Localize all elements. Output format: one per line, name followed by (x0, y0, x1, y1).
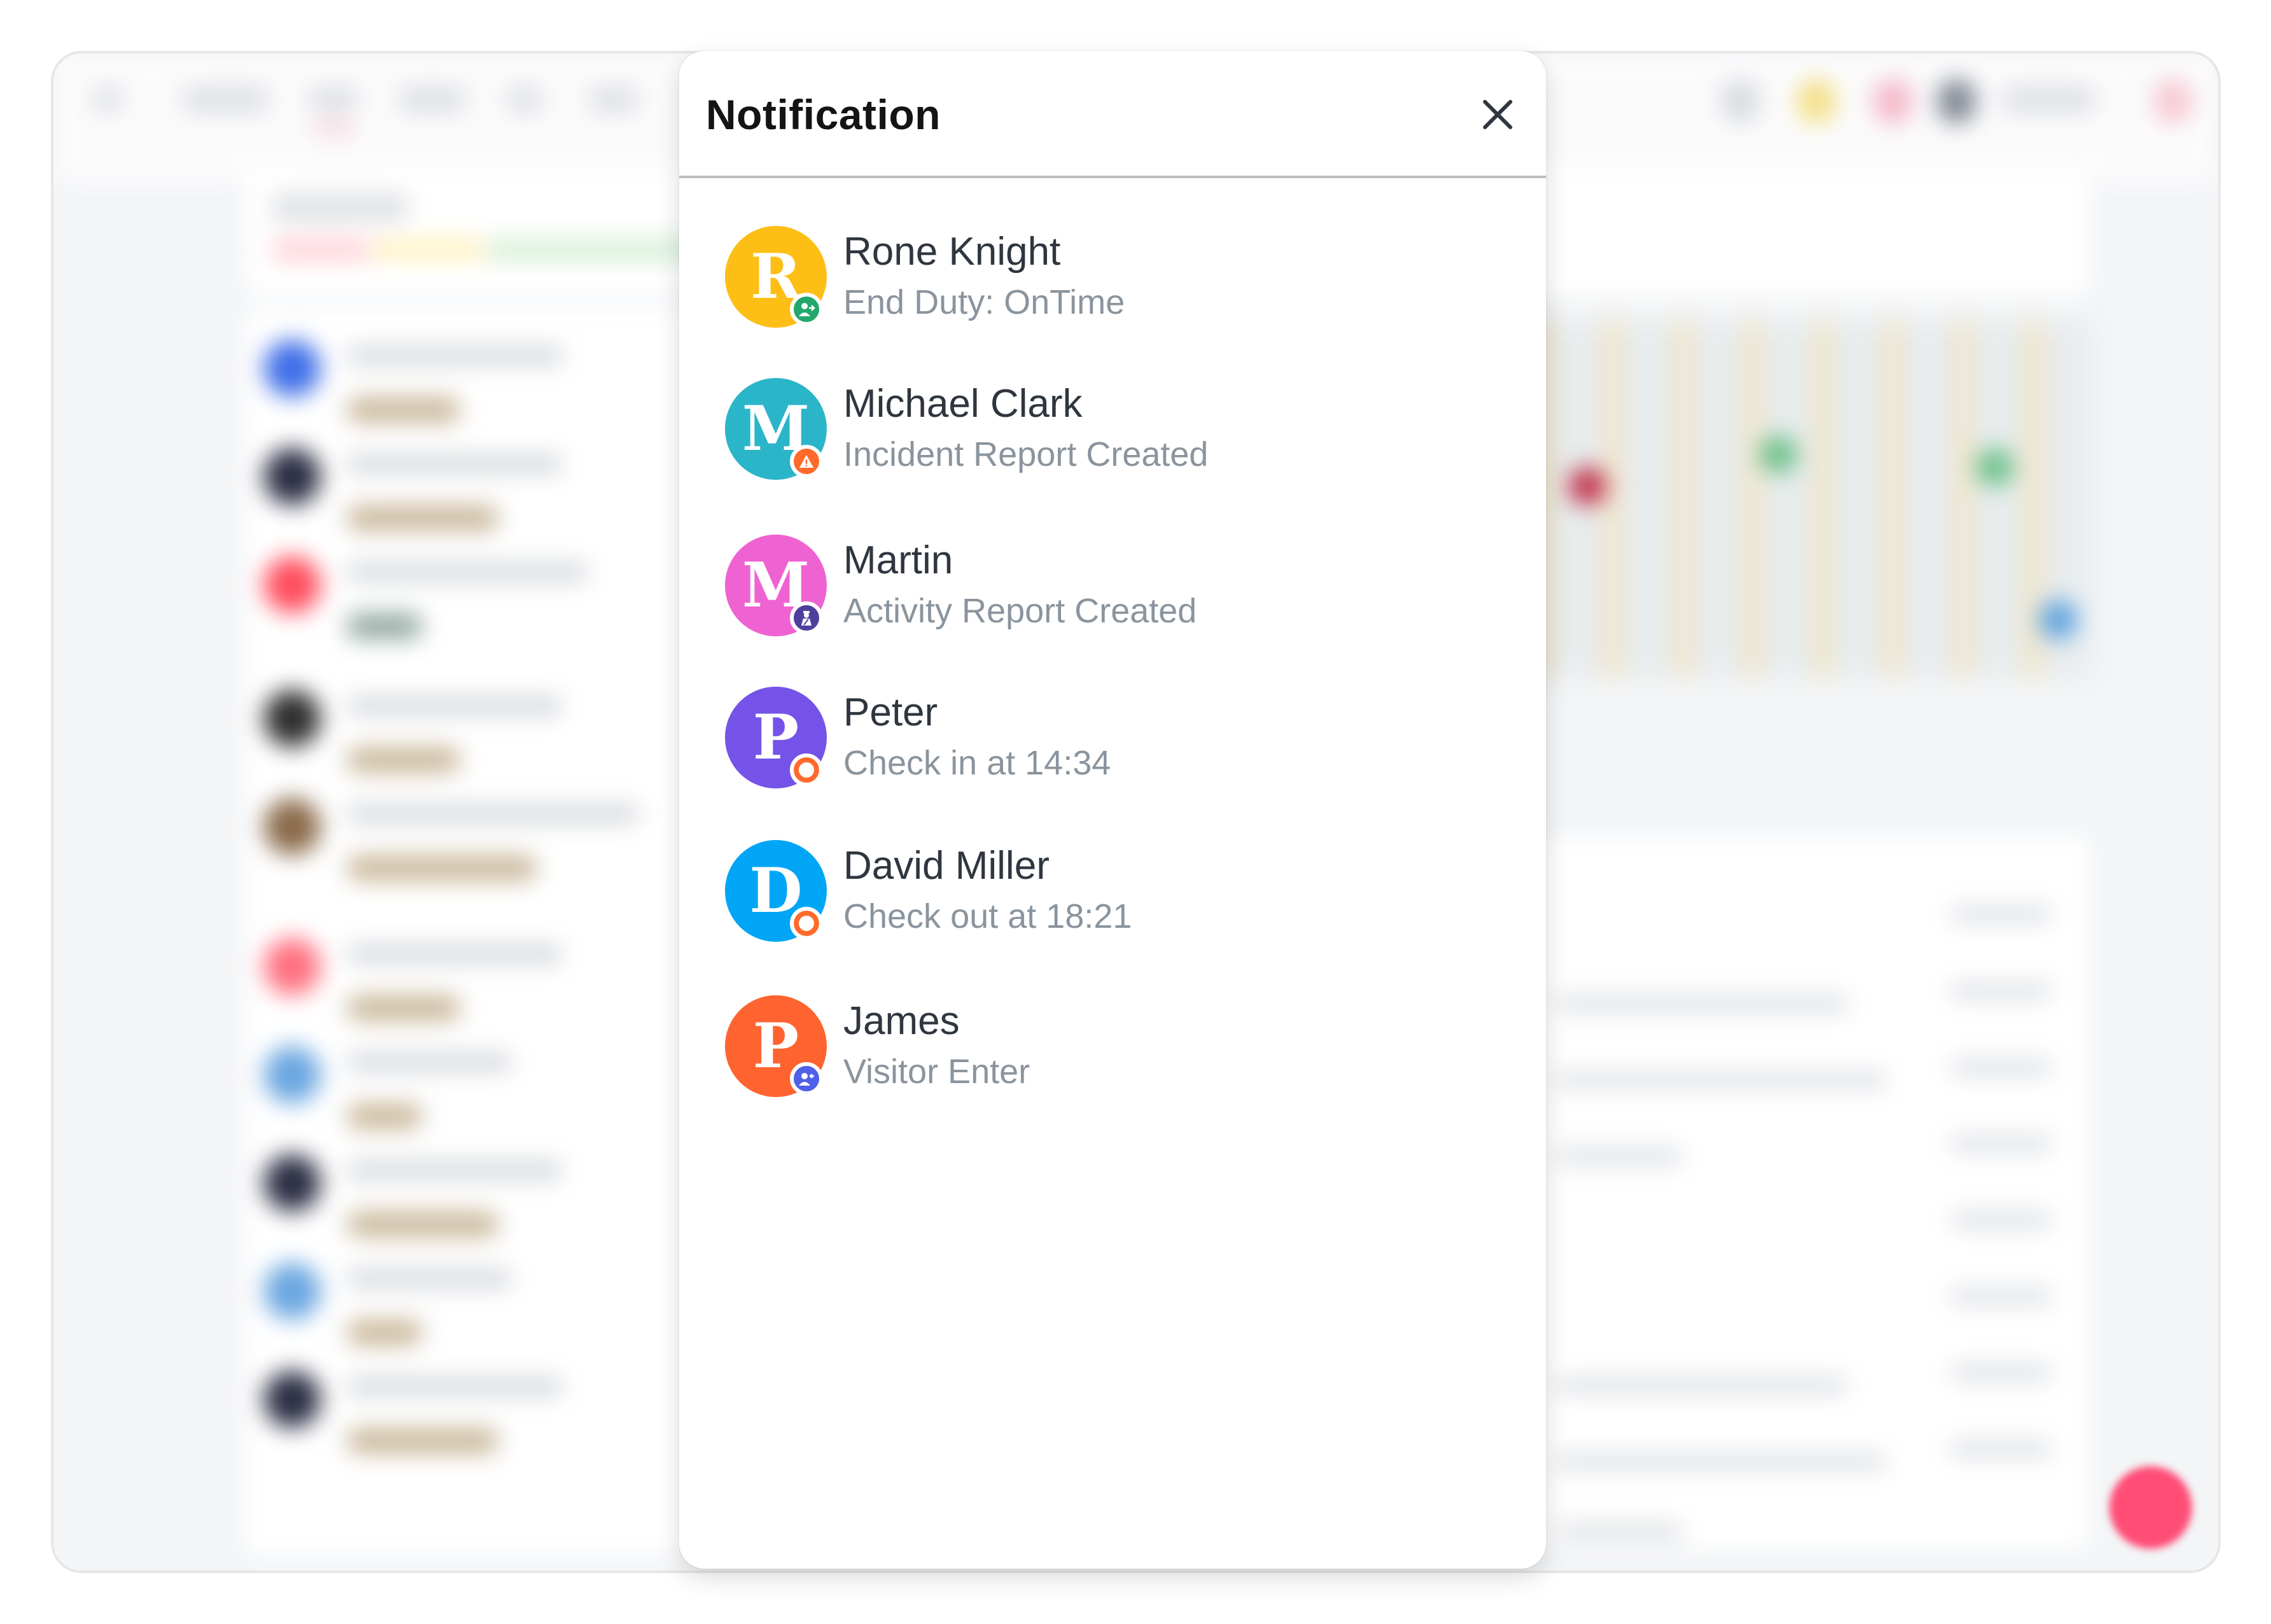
modal-header: Notification (679, 51, 1546, 178)
menu-icon (92, 85, 123, 113)
notification-name: Peter (843, 690, 938, 734)
notification-item[interactable]: M Michael Clark Incident Report Created (679, 356, 1546, 502)
user-avatar (1937, 79, 1976, 123)
user-name (2001, 85, 2097, 113)
alert-icon (1874, 79, 1912, 123)
nav-tab (588, 85, 639, 113)
notification-item[interactable]: P James Visitor Enter (679, 973, 1546, 1119)
notification-message: End Duty: OnTime (843, 283, 1125, 321)
notification-name: David Miller (843, 844, 1050, 888)
nav-tab (397, 85, 467, 113)
modal-title: Notification (706, 91, 941, 138)
nav-active-indicator (311, 123, 356, 134)
notification-message: Visitor Enter (843, 1053, 1030, 1091)
panel-title (270, 193, 410, 221)
map-marker (1976, 448, 2014, 486)
notification-name: Martin (843, 538, 953, 582)
avatar-initial: P (752, 1010, 799, 1082)
end-duty-icon (790, 293, 823, 326)
check-in-ring-icon (790, 753, 823, 787)
activity-log-panel (1530, 836, 2090, 1549)
notification-message: Check out at 18:21 (843, 897, 1132, 935)
warning-icon (790, 445, 823, 478)
notification-modal: Notification R Rone Knight End Duty: OnT… (679, 51, 1546, 1569)
visitor-icon (790, 1062, 823, 1095)
notification-item[interactable]: P Peter Check in at 14:34 (679, 664, 1546, 811)
map-marker (1759, 435, 1797, 473)
nav-tab (181, 85, 270, 113)
map-marker (1568, 467, 1607, 505)
notification-icon (1797, 79, 1836, 123)
notification-message: Incident Report Created (843, 435, 1209, 473)
nav-tab (505, 85, 544, 113)
map-view (1530, 321, 2090, 677)
guard-icon (790, 601, 823, 634)
avatar-initial: P (752, 701, 799, 773)
notification-item[interactable]: M Martin Activity Report Created (679, 512, 1546, 659)
close-button[interactable] (1472, 89, 1523, 140)
nav-tab-active (308, 85, 359, 113)
floating-action-button (2109, 1466, 2192, 1549)
notification-name: James (843, 999, 960, 1043)
notification-message: Activity Report Created (843, 592, 1197, 630)
status-bar-red (270, 238, 372, 261)
notification-message: Check in at 14:34 (843, 744, 1111, 782)
notification-name: Michael Clark (843, 382, 1083, 426)
check-out-ring-icon (790, 907, 823, 940)
notification-item[interactable]: D David Miller Check out at 18:21 (679, 818, 1546, 964)
logout-icon (2154, 79, 2192, 123)
close-icon (1483, 100, 1512, 129)
notification-name: Rone Knight (843, 230, 1061, 274)
notification-item[interactable]: R Rone Knight End Duty: OnTime (679, 204, 1546, 350)
status-bar-yellow (372, 238, 486, 261)
search-icon (1721, 79, 1759, 123)
map-marker (2039, 601, 2078, 639)
